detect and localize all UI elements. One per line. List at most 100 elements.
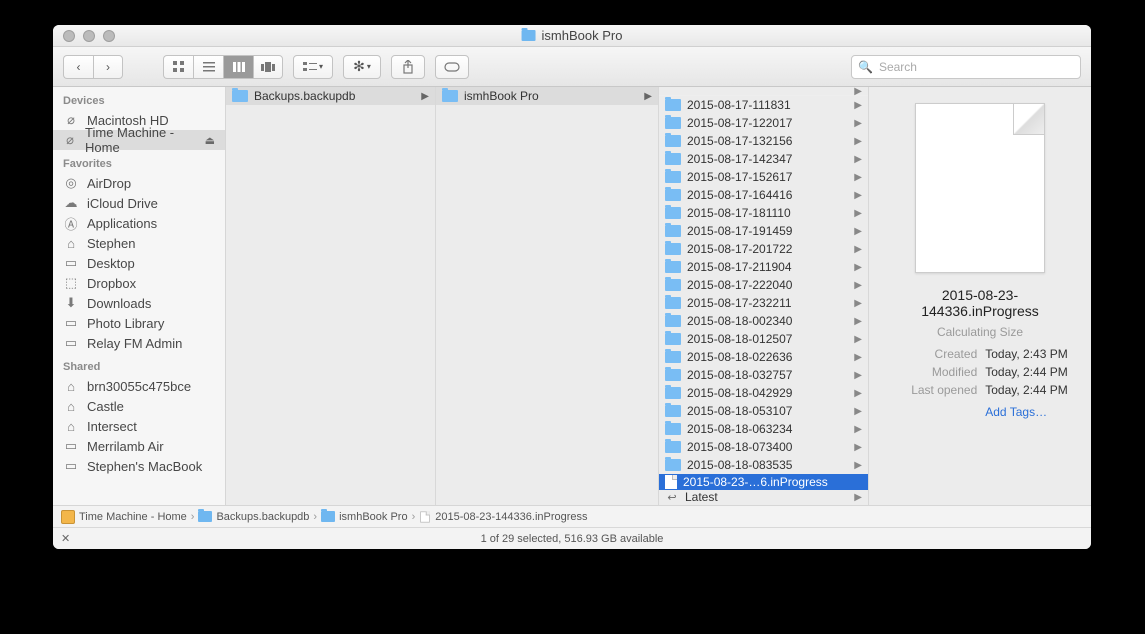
sidebar-item[interactable]: ▭Relay FM Admin [53,333,225,353]
share-icon [402,60,414,74]
item-label: 2015-08-18-022636 [687,350,848,364]
column-item[interactable]: 2015-08-18-042929▶ [659,384,868,402]
search-field[interactable]: 🔍 Search [851,55,1081,79]
column-item[interactable]: 2015-08-17-211904▶ [659,258,868,276]
chevron-right-icon: ▶ [854,118,862,129]
column-item[interactable]: 2015-08-18-012507 ▶ [659,330,868,348]
folder-icon [665,441,681,453]
sidebar-item[interactable]: ⌂brn30055c475bce [53,376,225,396]
close-window[interactable] [63,30,75,42]
item-label: 2015-08-17-142347 [687,152,848,166]
item-label: Latest [685,490,848,504]
search-placeholder: Search [879,60,917,74]
column-item[interactable]: 2015-08-17-222040▶ [659,276,868,294]
column-item[interactable]: 2015-08-17-111831▶ [659,96,868,114]
content-area: Devices⌀Macintosh HD⌀Time Machine - Home… [53,87,1091,505]
column-item[interactable]: 2015-08-18-063234▶ [659,420,868,438]
column-item[interactable]: 2015-08-18-002340▶ [659,312,868,330]
coverflow-view-button[interactable] [253,55,283,79]
column-3[interactable]: ▶ 2015-08-17-111831▶2015-08-17-122017▶20… [659,87,869,505]
column-item[interactable]: 2015-08-18-073400▶ [659,438,868,456]
column-item[interactable]: 2015-08-17-191459 ▶ [659,222,868,240]
path-segment[interactable]: ismhBook Pro [339,511,407,523]
sidebar-item[interactable]: ◎AirDrop [53,173,225,193]
chevron-right-icon: › [412,511,416,523]
sidebar-item[interactable]: ☁iCloud Drive [53,193,225,213]
column-item[interactable]: 2015-08-18-053107▶ [659,402,868,420]
column-item[interactable]: ↩ Latest ▶ [659,490,868,506]
forward-button[interactable]: › [93,55,123,79]
sidebar-item[interactable]: ▭Desktop [53,253,225,273]
minimize-window[interactable] [83,30,95,42]
eject-icon[interactable]: ⏏ [205,134,215,147]
sidebar-item[interactable]: ⌂Intersect [53,416,225,436]
item-label: 2015-08-18-063234 [687,422,848,436]
folder-icon [442,90,458,102]
zoom-window[interactable] [103,30,115,42]
chevron-right-icon: ▶ [854,208,862,219]
arrange-button[interactable]: ▾ [293,55,333,79]
tags-button[interactable] [435,55,469,79]
sidebar-item-label: Stephen's MacBook [87,459,202,474]
arrange-group: ▾ [293,55,333,79]
path-segment[interactable]: Time Machine - Home [79,511,187,523]
column-2[interactable]: ismhBook Pro ▶ [436,87,659,505]
sidebar-item-label: Intersect [87,419,137,434]
column-item[interactable]: 2015-08-17-122017▶ [659,114,868,132]
item-label: 2015-08-18-032757 [687,368,848,382]
add-tags-link[interactable]: Add Tags… [985,403,1047,421]
sidebar-item[interactable]: ⬚Dropbox [53,273,225,293]
column-item[interactable]: 2015-08-17-181110▶ [659,204,868,222]
column-item[interactable]: 2015-08-17-132156▶ [659,132,868,150]
column-item[interactable]: 2015-08-17-142347▶ [659,150,868,168]
column-item[interactable]: 2015-08-17-201722▶ [659,240,868,258]
column-item[interactable]: 2015-08-18-022636▶ [659,348,868,366]
column-item[interactable]: Backups.backupdb ▶ [226,87,435,105]
chevron-right-icon: ▶ [854,226,862,237]
path-segment[interactable]: Backups.backupdb [216,511,309,523]
sidebar-item[interactable]: ⬇Downloads [53,293,225,313]
column-item[interactable]: ismhBook Pro ▶ [436,87,658,105]
sidebar[interactable]: Devices⌀Macintosh HD⌀Time Machine - Home… [53,87,226,505]
sidebar-item-label: Time Machine - Home [85,125,197,155]
sidebar-item[interactable]: ⒶApplications [53,213,225,233]
sidebar-item[interactable]: ▭Stephen's MacBook [53,456,225,476]
column-item[interactable]: 2015-08-18-083535▶ [659,456,868,474]
back-button[interactable]: ‹ [63,55,93,79]
column-item[interactable]: 2015-08-18-032757▶ [659,366,868,384]
column-item[interactable]: 2015-08-17-232211▶ [659,294,868,312]
share-button[interactable] [391,55,425,79]
view-switcher [163,55,283,79]
folder-icon [665,243,681,255]
shared-icon: ⌂ [63,399,79,414]
sidebar-item[interactable]: ⌀Time Machine - Home⏏ [53,130,225,150]
sidebar-item[interactable]: ▭Merrilamb Air [53,436,225,456]
path-segment[interactable]: 2015-08-23-144336.inProgress [435,511,587,523]
chevron-right-icon: ▶ [854,334,862,345]
item-label: 2015-08-18-012507 [687,332,848,346]
cancel-icon[interactable]: ✕ [61,532,70,545]
sidebar-item-label: Downloads [87,296,151,311]
window-title: ismhBook Pro [522,28,623,43]
folder-icon [665,423,681,435]
action-button[interactable]: ✻ ▾ [343,55,381,79]
coverflow-icon [260,60,276,74]
item-label: ismhBook Pro [464,89,638,103]
sidebar-item[interactable]: ▭Photo Library [53,313,225,333]
modified-value: Today, 2:44 PM [985,363,1068,381]
column-item-selected[interactable]: 2015-08-23-…6.inProgress [659,474,868,490]
apps-icon: Ⓐ [63,214,79,233]
traffic-lights [63,30,115,42]
item-label: 2015-08-17-191459 [687,224,848,238]
icon-view-button[interactable] [163,55,193,79]
sidebar-item[interactable]: ⌂Castle [53,396,225,416]
sidebar-item[interactable]: ⌂Stephen [53,233,225,253]
chevron-right-icon: ▶ [854,316,862,327]
list-view-button[interactable] [193,55,223,79]
column-view-button[interactable] [223,55,253,79]
column-item[interactable]: 2015-08-17-164416▶ [659,186,868,204]
column-item[interactable]: 2015-08-17-152617▶ [659,168,868,186]
column-1[interactable]: Backups.backupdb ▶ [226,87,436,505]
chevron-right-icon: ▶ [854,244,862,255]
document-icon [665,475,677,489]
